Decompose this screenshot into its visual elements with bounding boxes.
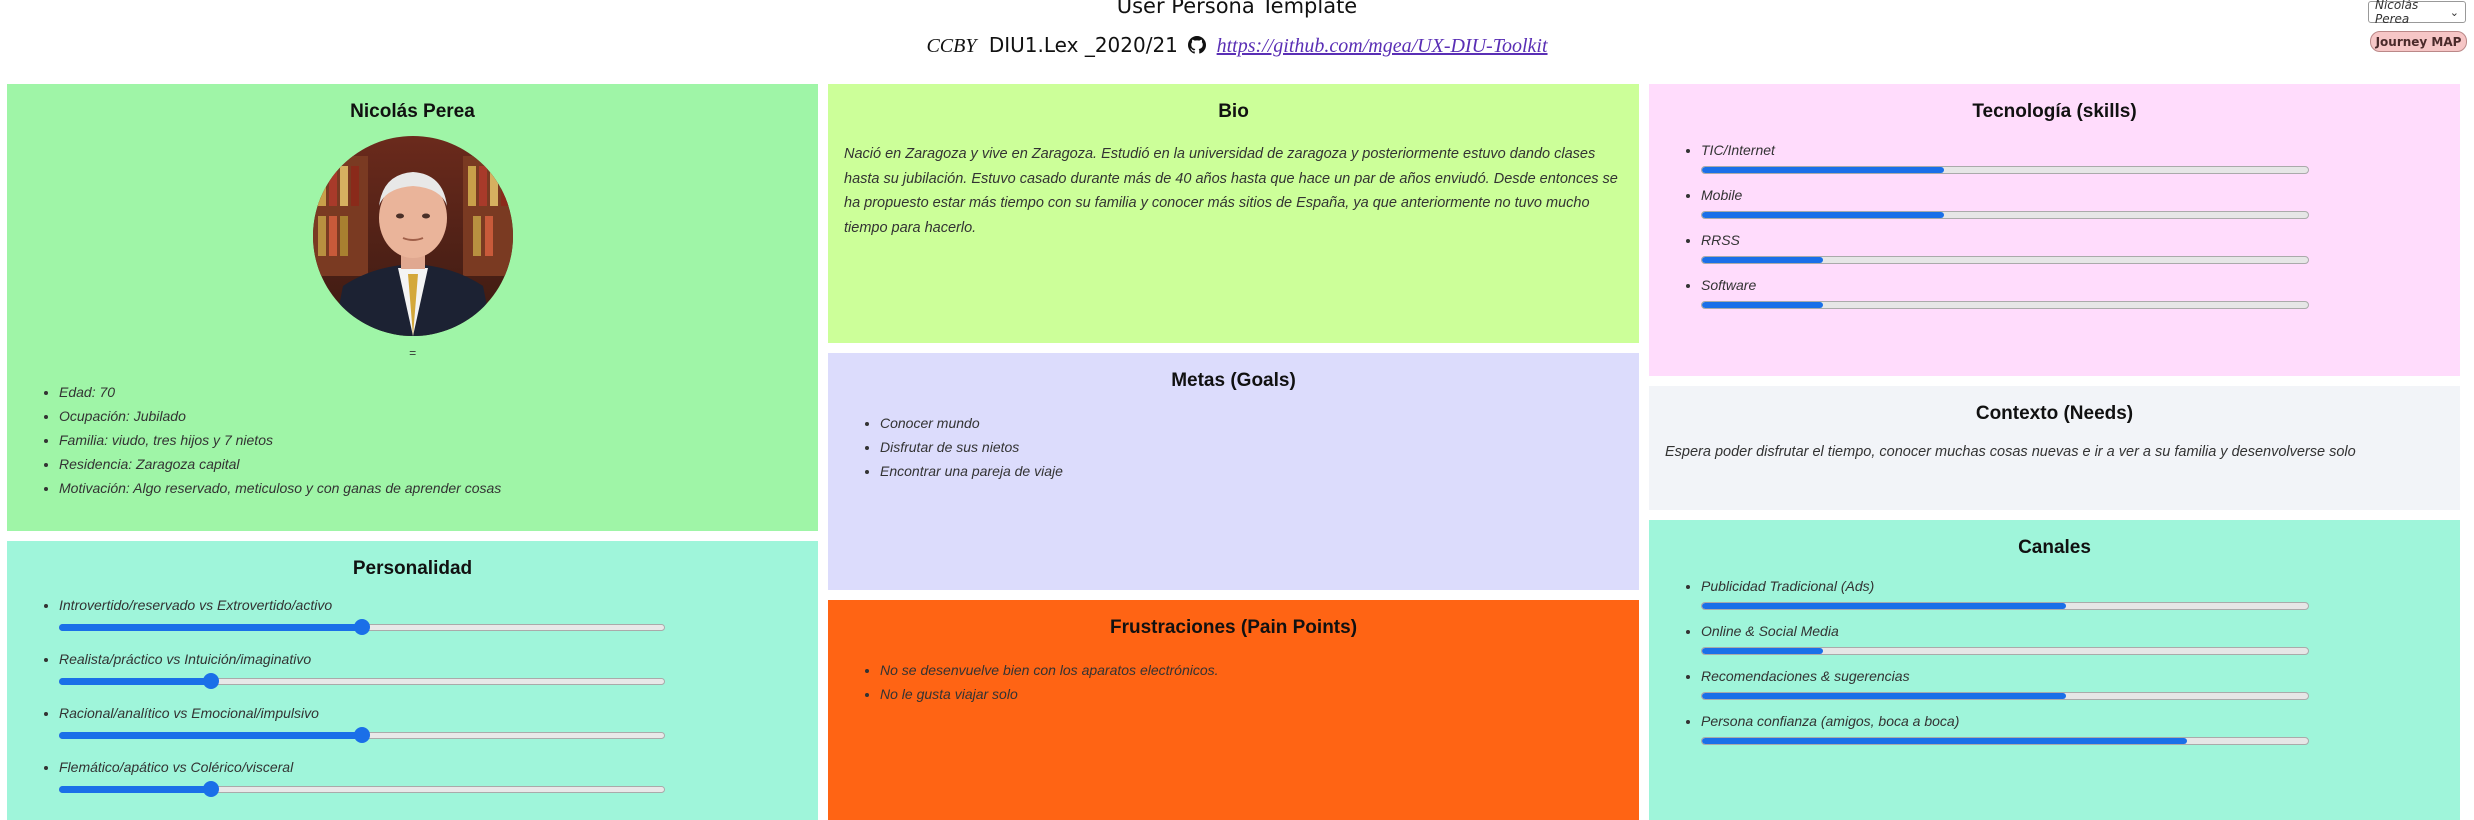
trait-slider[interactable] bbox=[59, 617, 665, 637]
list-item: No se desenvuelve bien con los aparatos … bbox=[880, 658, 1623, 682]
channel-label: Recomendaciones & sugerencias bbox=[1701, 668, 1910, 684]
list-item: RRSS bbox=[1701, 228, 2444, 264]
personality-title: Personalidad bbox=[352, 558, 473, 579]
goals-title: Metas (Goals) bbox=[1171, 370, 1296, 391]
portrait-image bbox=[312, 136, 513, 336]
progress-bar bbox=[1701, 166, 2309, 174]
slider-thumb[interactable] bbox=[202, 673, 219, 689]
list-item: Online & Social Media bbox=[1701, 619, 2444, 655]
trait-label: Flemático/apático vs Colérico/visceral bbox=[59, 759, 294, 775]
profile-details: Edad: 70 Ocupación: Jubilado Familia: vi… bbox=[23, 380, 802, 500]
page-title: User Persona Template bbox=[1116, 0, 1358, 18]
skills-list: TIC/Internet Mobile RRSS Software bbox=[1665, 138, 2444, 309]
bio-card: Bio Nació en Zaragoza y vive en Zaragoza… bbox=[828, 84, 1639, 343]
list-item: Edad: 70 bbox=[59, 380, 802, 404]
list-item: Disfrutar de sus nietos bbox=[880, 435, 1623, 459]
progress-bar bbox=[1701, 256, 2309, 264]
trait-slider[interactable] bbox=[59, 725, 665, 745]
list-item: Racional/analítico vs Emocional/impulsiv… bbox=[59, 701, 802, 745]
progress-bar bbox=[1701, 211, 2309, 219]
list-item: Flemático/apático vs Colérico/visceral bbox=[59, 755, 802, 799]
license-label: CCBY bbox=[926, 35, 977, 57]
repo-link[interactable]: https://github.com/mgea/UX-DIU-Toolkit bbox=[1217, 35, 1548, 57]
progress-bar bbox=[1701, 647, 2309, 655]
list-item: Mobile bbox=[1701, 183, 2444, 219]
skill-label: TIC/Internet bbox=[1701, 142, 1775, 158]
skill-label: Software bbox=[1701, 277, 1757, 293]
needs-title: Contexto (Needs) bbox=[1975, 403, 2134, 424]
trait-label: Racional/analítico vs Emocional/impulsiv… bbox=[59, 705, 319, 721]
list-item: TIC/Internet bbox=[1701, 138, 2444, 174]
channel-label: Online & Social Media bbox=[1701, 623, 1839, 639]
list-item: Software bbox=[1701, 273, 2444, 309]
list-item: No le gusta viajar solo bbox=[880, 682, 1623, 706]
list-item: Ocupación: Jubilado bbox=[59, 404, 802, 428]
chevron-down-icon: ⌄ bbox=[2449, 5, 2459, 19]
persona-select[interactable]: Nicolás Perea ⌄ bbox=[2368, 0, 2466, 26]
slider-thumb[interactable] bbox=[354, 727, 370, 743]
progress-bar bbox=[1701, 737, 2309, 745]
frustrations-title: Frustraciones (Pain Points) bbox=[1109, 617, 1358, 638]
channels-list: Publicidad Tradicional (Ads) Online & So… bbox=[1665, 574, 2444, 745]
progress-bar bbox=[1701, 602, 2309, 610]
list-item: Persona confianza (amigos, boca a boca) bbox=[1701, 709, 2444, 745]
list-item: Recomendaciones & sugerencias bbox=[1701, 664, 2444, 700]
slider-thumb[interactable] bbox=[354, 619, 370, 635]
bio-title: Bio bbox=[1218, 101, 1249, 122]
list-item: Encontrar una pareja de viaje bbox=[880, 459, 1623, 483]
profile-card: Nicolás Perea = • Edad: 70 • Ocupación: … bbox=[7, 84, 818, 531]
github-icon bbox=[1188, 36, 1207, 54]
trait-label: Realista/práctico vs Intuición/imaginati… bbox=[59, 651, 312, 667]
trait-slider[interactable] bbox=[59, 779, 665, 799]
list-item: Publicidad Tradicional (Ads) bbox=[1701, 574, 2444, 610]
bio-text: Nació en Zaragoza y vive en Zaragoza. Es… bbox=[844, 146, 1618, 236]
page-header: User Persona Template CCBY DIU1.Lex _202… bbox=[0, 0, 2474, 80]
slider-thumb[interactable] bbox=[202, 781, 219, 797]
skills-title: Tecnología (skills) bbox=[1972, 101, 2137, 122]
frustrations-card: Frustraciones (Pain Points) No se desenv… bbox=[828, 600, 1639, 820]
persona-select-value: Nicolás Perea bbox=[2375, 0, 2419, 26]
journey-map-button[interactable]: Journey MAP bbox=[2370, 31, 2467, 52]
list-item: Residencia: Zaragoza capital bbox=[59, 452, 802, 476]
list-item: Introvertido/reservado vs Extrovertido/a… bbox=[59, 593, 802, 637]
needs-text: Espera poder disfrutar el tiempo, conoce… bbox=[1665, 444, 2356, 460]
avatar bbox=[312, 136, 513, 336]
list-item: Conocer mundo bbox=[880, 411, 1623, 435]
channels-title: Canales bbox=[2018, 537, 2091, 558]
goals-card: Metas (Goals) Conocer mundo Disfrutar de… bbox=[828, 353, 1639, 590]
personality-card: Personalidad Introvertido/reservado vs E… bbox=[7, 541, 818, 820]
frustrations-list: No se desenvuelve bien con los aparatos … bbox=[844, 658, 1623, 706]
list-item: Motivación: Algo reservado, meticuloso y… bbox=[59, 476, 802, 500]
skill-label: RRSS bbox=[1701, 232, 1740, 248]
list-item: Familia: viudo, tres hijos y 7 nietos bbox=[59, 428, 802, 452]
persona-name: Nicolás Perea bbox=[350, 101, 475, 122]
avatar-caption: = bbox=[408, 346, 416, 360]
channel-label: Persona confianza (amigos, boca a boca) bbox=[1701, 713, 1960, 729]
channel-label: Publicidad Tradicional (Ads) bbox=[1701, 578, 1875, 594]
progress-bar bbox=[1701, 692, 2309, 700]
list-item: Realista/práctico vs Intuición/imaginati… bbox=[59, 647, 802, 691]
goals-list: Conocer mundo Disfrutar de sus nietos En… bbox=[844, 411, 1623, 483]
needs-card: Contexto (Needs) Espera poder disfrutar … bbox=[1649, 386, 2460, 510]
trait-slider[interactable] bbox=[59, 671, 665, 691]
course-label: DIU1.Lex _2020/21 bbox=[988, 33, 1178, 57]
credits-line: CCBY DIU1.Lex _2020/21 https://github.co… bbox=[0, 33, 2474, 58]
trait-label: Introvertido/reservado vs Extrovertido/a… bbox=[59, 597, 333, 613]
channels-card: Canales Publicidad Tradicional (Ads) Onl… bbox=[1649, 520, 2460, 820]
personality-traits: Introvertido/reservado vs Extrovertido/a… bbox=[23, 593, 802, 799]
skill-label: Mobile bbox=[1701, 187, 1743, 203]
skills-card: Tecnología (skills) TIC/Internet Mobile … bbox=[1649, 84, 2460, 376]
progress-bar bbox=[1701, 301, 2309, 309]
